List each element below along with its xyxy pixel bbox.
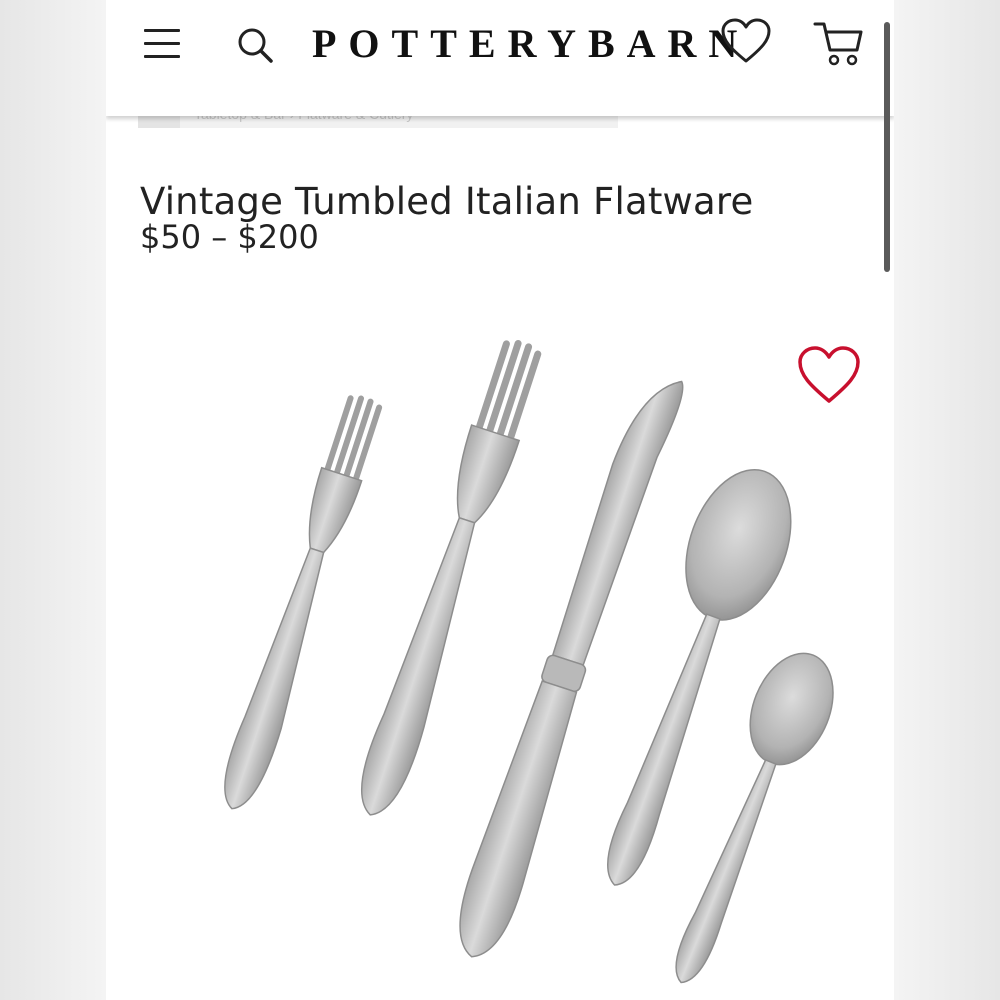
salad-fork (224, 395, 383, 810)
background-left-margin (0, 0, 106, 1000)
breadcrumb-back[interactable] (138, 116, 180, 128)
search-icon[interactable] (234, 24, 276, 66)
product-image[interactable] (166, 320, 846, 1000)
background-right-margin (894, 0, 1000, 1000)
menu-icon[interactable] (142, 26, 182, 62)
mobile-page: POTTERYBARN Tabletop & Bar › Flatware & … (106, 0, 894, 1000)
product-title: Vintage Tumbled Italian Flatware (140, 179, 754, 223)
site-logo[interactable]: POTTERYBARN (312, 18, 737, 70)
favorites-heart-icon[interactable] (720, 18, 772, 66)
scrollbar-thumb[interactable] (884, 22, 890, 272)
site-header: POTTERYBARN (106, 0, 894, 116)
cart-icon[interactable] (812, 18, 864, 68)
breadcrumb: Tabletop & Bar › Flatware & Cutlery (138, 106, 618, 128)
product-price: $50 – $200 (140, 218, 319, 256)
